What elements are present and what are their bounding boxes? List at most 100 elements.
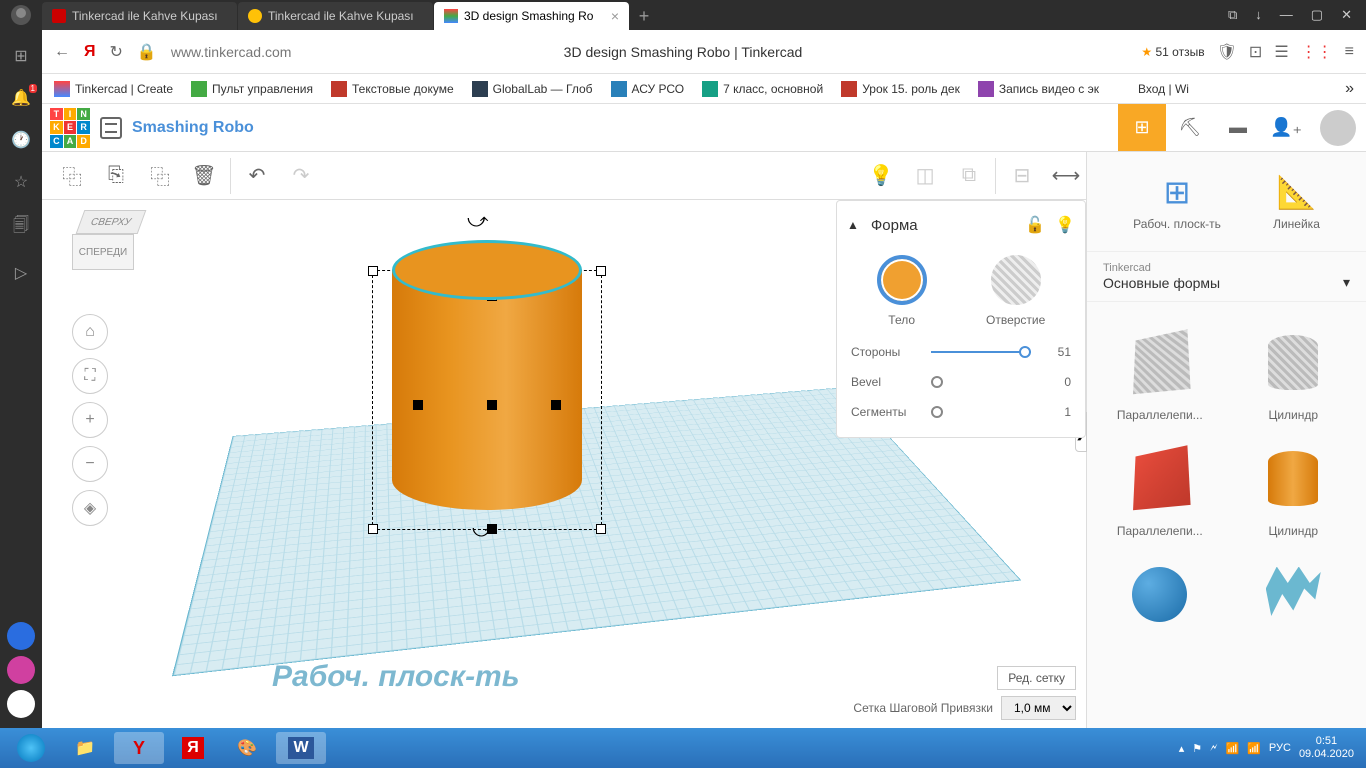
paste-button[interactable]: ⎘ <box>94 152 138 200</box>
close-button[interactable]: ✕ <box>1341 7 1352 23</box>
copy-button[interactable]: ⿻ <box>50 152 94 200</box>
battery-icon[interactable]: 🗲 <box>1210 742 1217 755</box>
cylinder-shape[interactable] <box>392 240 582 520</box>
bricks-mode-button[interactable]: ⛏ <box>1166 104 1214 151</box>
bookmark-item[interactable]: 7 класс, основной <box>702 81 823 97</box>
wifi-icon[interactable]: 📶 <box>1247 742 1261 755</box>
clock[interactable]: 0:51 09.04.2020 <box>1299 735 1354 761</box>
yandex-logo-icon[interactable]: Я <box>84 43 96 61</box>
pip-icon[interactable]: ⧉ <box>1228 7 1237 23</box>
word-button[interactable]: W <box>276 732 326 764</box>
shape-category-dropdown[interactable]: Tinkercad Основные формы▾ <box>1087 252 1366 302</box>
bookmark-item[interactable]: Вход | Wi <box>1117 81 1189 97</box>
project-title[interactable]: Smashing Robo <box>132 119 254 137</box>
properties-icon[interactable] <box>100 117 122 139</box>
view-cube-top[interactable]: СВЕРХУ <box>76 210 147 234</box>
fit-view-button[interactable]: ⛶ <box>72 358 108 394</box>
apps-icon[interactable]: ⊞ <box>14 46 27 66</box>
snap-select[interactable]: 1,0 мм <box>1001 696 1076 720</box>
tray-arrow-icon[interactable]: ▴ <box>1179 742 1185 755</box>
hole-swatch[interactable]: Отверстие <box>986 255 1045 327</box>
yandex-icon[interactable] <box>7 690 35 718</box>
bookmark-item[interactable]: GlobalLab — Глоб <box>472 81 593 97</box>
download-icon[interactable]: ↓ <box>1255 7 1262 23</box>
bookmark-item[interactable]: АСУ РСО <box>611 81 685 97</box>
collaborate-button[interactable]: 👤₊ <box>1262 104 1310 151</box>
workplane-tool[interactable]: ⊞ Рабоч. плоск-ть <box>1133 173 1221 231</box>
bevel-value[interactable]: 0 <box>1041 375 1071 389</box>
group-button[interactable]: ◫ <box>903 152 947 200</box>
notifications-icon[interactable]: 🔔1 <box>11 88 31 108</box>
start-button[interactable] <box>6 732 56 764</box>
delete-button[interactable]: 🗑 <box>182 152 226 200</box>
language-indicator[interactable]: РУС <box>1269 742 1291 754</box>
close-icon[interactable]: × <box>611 8 619 24</box>
view-cube-front[interactable]: СПЕРЕДИ <box>72 234 134 270</box>
app-button[interactable]: 🎨 <box>222 732 272 764</box>
duplicate-button[interactable]: ⿻ <box>138 152 182 200</box>
maximize-button[interactable]: ▢ <box>1311 7 1323 23</box>
sides-slider[interactable] <box>931 351 1031 353</box>
new-tab-button[interactable]: + <box>630 2 658 30</box>
segments-slider[interactable] <box>931 406 943 418</box>
undo-button[interactable]: ↶ <box>235 152 279 200</box>
back-button[interactable]: ← <box>54 43 70 61</box>
alice-icon[interactable] <box>7 622 35 650</box>
reader-icon[interactable]: ☰ <box>1274 42 1288 62</box>
file-explorer-button[interactable]: 📁 <box>60 732 110 764</box>
shape-box-hole[interactable]: Параллелепи... <box>1097 322 1223 422</box>
bookmark-item[interactable]: Текстовые докуме <box>331 81 454 97</box>
reviews-badge[interactable]: ★ 51 отзыв <box>1141 45 1204 59</box>
lock-icon[interactable]: 🔒 <box>137 42 157 62</box>
collections-icon[interactable]: 🗐 <box>13 214 29 241</box>
translate-icon[interactable]: ⊡ <box>1249 42 1262 62</box>
shape-sphere[interactable] <box>1097 554 1223 634</box>
ruler-tool[interactable]: 📐 Линейка <box>1273 173 1320 231</box>
rotate-icon[interactable]: ⤻ <box>472 520 493 543</box>
user-avatar[interactable] <box>1320 110 1356 146</box>
bookmark-item[interactable]: Пульт управления <box>191 81 313 97</box>
assistant-icon[interactable] <box>7 656 35 684</box>
yandex-browser-button[interactable]: Y <box>114 732 164 764</box>
reload-button[interactable]: ↻ <box>110 42 123 62</box>
minimize-button[interactable]: — <box>1280 7 1293 23</box>
blocks-mode-button[interactable]: ⊞ <box>1118 104 1166 151</box>
bookmark-item[interactable]: Запись видео с эк <box>978 81 1099 97</box>
ortho-view-button[interactable]: ◈ <box>72 490 108 526</box>
segments-value[interactable]: 1 <box>1041 405 1071 419</box>
visibility-icon[interactable]: 💡 <box>859 152 903 200</box>
music-icon[interactable]: ▷ <box>15 263 27 283</box>
menu-icon[interactable]: ≡ <box>1345 43 1354 61</box>
edit-grid-button[interactable]: Ред. сетку <box>997 666 1076 690</box>
protect-icon[interactable]: 🛡 <box>1217 42 1237 62</box>
bookmark-item[interactable]: Урок 15. роль дек <box>841 81 960 97</box>
solid-swatch[interactable]: Тело <box>877 255 927 327</box>
network-icon[interactable]: 📶 <box>1226 742 1240 755</box>
resize-handle[interactable] <box>596 266 606 276</box>
yandex-app-button[interactable]: Я <box>168 732 218 764</box>
collapse-icon[interactable]: ▲ <box>847 218 859 232</box>
ungroup-button[interactable]: ⧉ <box>947 152 991 200</box>
browser-tab-active[interactable]: 3D design Smashing Ro × <box>434 2 629 30</box>
flag-icon[interactable]: ⚑ <box>1192 742 1202 755</box>
zoom-in-button[interactable]: + <box>72 402 108 438</box>
resize-handle[interactable] <box>368 266 378 276</box>
lock-icon[interactable]: 🔓 <box>1025 215 1045 235</box>
bookmarks-icon[interactable]: ☆ <box>14 172 28 192</box>
align-button[interactable]: ⊟ <box>1000 152 1044 200</box>
history-icon[interactable]: 🕐 <box>11 130 31 150</box>
view-cube[interactable]: СВЕРХУ СПЕРЕДИ <box>72 210 150 288</box>
extensions-icon[interactable]: ⋮⋮ <box>1301 42 1333 62</box>
profile-button[interactable] <box>0 5 42 25</box>
shape-cylinder-hole[interactable]: Цилиндр <box>1231 322 1357 422</box>
more-bookmarks-icon[interactable]: » <box>1345 80 1354 98</box>
mirror-button[interactable]: ⟷ <box>1044 152 1088 200</box>
browser-tab[interactable]: Tinkercad ile Kahve Kupası <box>42 2 237 30</box>
lightbulb-icon[interactable]: 💡 <box>1055 215 1075 235</box>
shape-cylinder[interactable]: Цилиндр <box>1231 438 1357 538</box>
lego-mode-button[interactable]: ▬ <box>1214 104 1262 151</box>
rotate-icon[interactable]: ⤻ <box>467 210 488 233</box>
tinkercad-logo-icon[interactable]: TIN KER CAD <box>50 108 90 148</box>
home-view-button[interactable]: ⌂ <box>72 314 108 350</box>
zoom-out-button[interactable]: − <box>72 446 108 482</box>
